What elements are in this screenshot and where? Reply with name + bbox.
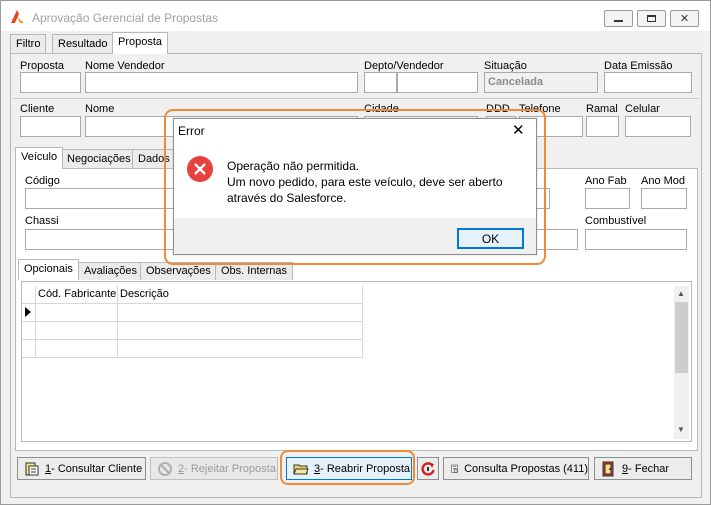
row-indicator <box>22 322 36 340</box>
tab-label: Avaliações <box>84 265 137 277</box>
maximize-button[interactable] <box>637 10 666 27</box>
app-logo-icon <box>11 10 24 23</box>
close-button[interactable]: ✕ <box>670 10 699 27</box>
fechar-icon <box>602 461 614 476</box>
situacao-field: Cancelada <box>484 72 598 93</box>
table-cell[interactable] <box>118 304 363 322</box>
row-pointer-icon <box>25 307 31 317</box>
ano-fab-field[interactable] <box>585 188 630 209</box>
tab-label: Resultado <box>58 38 108 50</box>
button-label: Consulta Propostas (411) <box>464 462 588 475</box>
consultar-icon <box>25 462 39 475</box>
minimize-button[interactable] <box>604 10 633 27</box>
depto-vendedor-label: Depto/Vendedor <box>364 60 444 72</box>
tab-proposta[interactable]: Proposta <box>112 32 169 54</box>
tab-label: Filtro <box>16 38 41 50</box>
tab-label: Proposta <box>118 36 163 48</box>
refresh-button[interactable] <box>417 457 439 480</box>
scroll-down-icon[interactable]: ▼ <box>677 425 685 434</box>
nome-vendedor-field[interactable] <box>85 72 358 93</box>
data-emissao-field[interactable] <box>604 72 692 93</box>
opcionais-grid[interactable]: Cód. Fabricante Descrição ▲ ▼ <box>21 281 692 442</box>
combustivel-field[interactable] <box>585 229 687 250</box>
table-cell[interactable] <box>36 322 118 340</box>
consulta-propostas-button[interactable]: Consulta Propostas (411) <box>443 457 589 480</box>
scroll-thumb[interactable] <box>675 302 688 373</box>
row-indicator <box>22 340 36 358</box>
ano-fab-label: Ano Fab <box>585 175 627 187</box>
cliente-label: Cliente <box>20 103 55 115</box>
button-label: - Consultar Cliente <box>51 462 143 475</box>
cliente-field[interactable] <box>20 116 81 137</box>
ramal-field[interactable] <box>586 116 619 137</box>
column-header-label: Cód. Fabricante <box>38 288 117 300</box>
tab-resultado[interactable]: Resultado <box>52 34 114 54</box>
title-bar: Aprovação Gerencial de Propostas ✕ <box>1 1 710 31</box>
codigo-field[interactable] <box>25 188 175 209</box>
situacao-value: Cancelada <box>488 76 544 88</box>
close-icon: ✕ <box>679 13 690 25</box>
grid-corner <box>22 286 36 304</box>
nome-vendedor-label: Nome Vendedor <box>85 60 165 72</box>
codigo-label: Código <box>25 175 60 187</box>
fechar-button[interactable]: 9 - Fechar <box>594 457 692 480</box>
scroll-up-icon[interactable]: ▲ <box>677 289 685 298</box>
column-header-descricao[interactable]: Descrição <box>118 286 363 304</box>
vendedor-field[interactable] <box>397 72 478 93</box>
window-title: Aprovação Gerencial de Propostas <box>32 11 219 25</box>
combustivel-label: Combustível <box>585 215 647 227</box>
divider <box>13 98 699 99</box>
tab-veiculo[interactable]: Veículo <box>15 147 64 169</box>
data-emissao-label: Data Emissão <box>604 60 673 72</box>
tab-label: Observações <box>146 265 211 277</box>
proposta-label: Proposta <box>20 60 65 72</box>
tab-label: Obs. Internas <box>221 265 288 277</box>
button-label: - Rejeitar Proposta <box>184 462 276 475</box>
consulta-icon <box>451 464 458 473</box>
table-cell[interactable] <box>36 304 118 322</box>
celular-label: Celular <box>625 103 660 115</box>
rejeitar-proposta-button[interactable]: 2 - Rejeitar Proposta <box>150 457 278 480</box>
vertical-scrollbar[interactable]: ▲ ▼ <box>674 286 689 439</box>
maximize-icon <box>647 15 656 22</box>
chassi-field[interactable] <box>25 229 175 250</box>
button-label: - Fechar <box>628 462 670 475</box>
chassi-label: Chassi <box>25 215 59 227</box>
situacao-label: Situação <box>484 60 527 72</box>
ano-mod-label: Ano Mod <box>641 175 686 187</box>
depto-field[interactable] <box>364 72 397 93</box>
column-header-label: Descrição <box>120 288 169 300</box>
tab-opcionais[interactable]: Opcionais <box>18 259 79 280</box>
proposta-field[interactable] <box>20 72 81 93</box>
consultar-cliente-button[interactable]: 1 - Consultar Cliente <box>17 457 146 480</box>
tab-filtro[interactable]: Filtro <box>10 34 47 54</box>
table-cell[interactable] <box>118 340 363 358</box>
nome-label: Nome <box>85 103 115 115</box>
tab-label: Negociações <box>67 153 131 165</box>
table-cell[interactable] <box>36 340 118 358</box>
tab-label: Opcionais <box>24 263 73 275</box>
column-header-cod-fabricante[interactable]: Cód. Fabricante <box>36 286 118 304</box>
tab-negociacoes[interactable]: Negociações <box>61 149 137 169</box>
dialog-highlight <box>164 109 546 265</box>
table-cell[interactable] <box>118 322 363 340</box>
minimize-icon <box>614 19 623 22</box>
rejeitar-icon <box>158 461 172 476</box>
ano-mod-field[interactable] <box>641 188 687 209</box>
refresh-icon <box>421 461 435 476</box>
ramal-label: Ramal <box>586 103 618 115</box>
celular-field[interactable] <box>625 116 691 137</box>
tab-label: Veículo <box>21 151 58 163</box>
row-indicator <box>22 304 36 322</box>
reabrir-button-highlight <box>280 450 415 485</box>
tab-avaliacoes[interactable]: Avaliações <box>78 262 143 280</box>
